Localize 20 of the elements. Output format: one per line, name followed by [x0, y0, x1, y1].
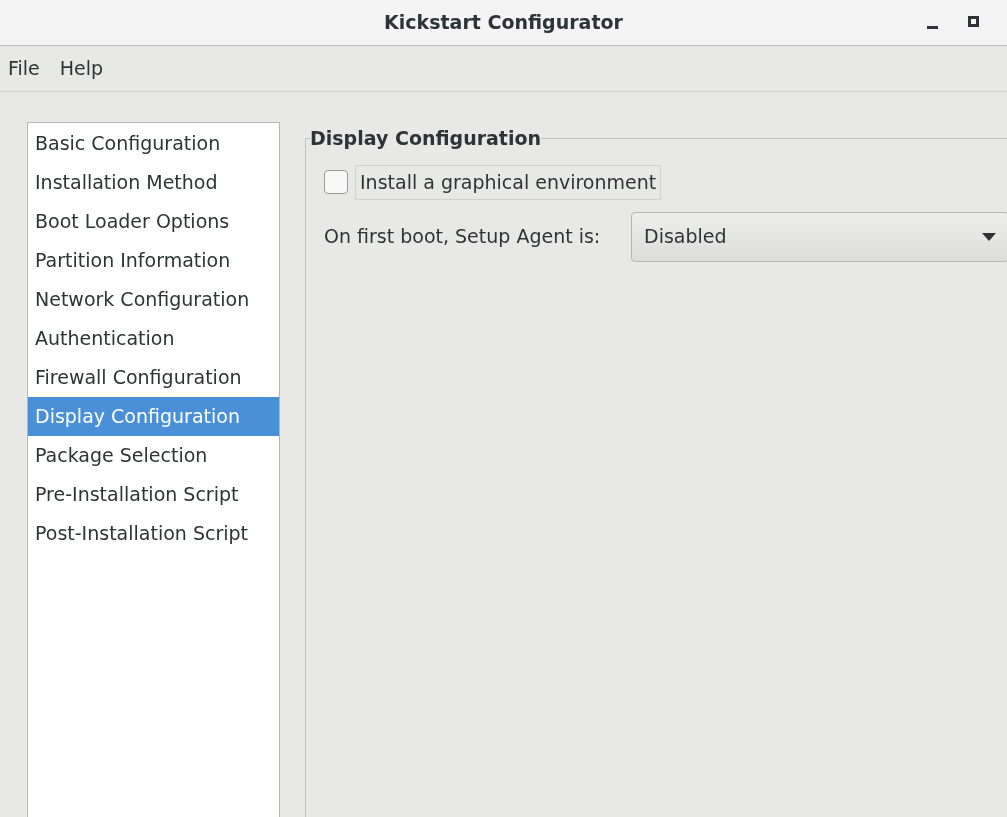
sidebar-item[interactable]: Installation Method: [28, 163, 279, 202]
sidebar-item[interactable]: Network Configuration: [28, 280, 279, 319]
sidebar-item[interactable]: Boot Loader Options: [28, 202, 279, 241]
window-title: Kickstart Configurator: [384, 10, 623, 36]
section-title: Display Configuration: [310, 126, 542, 151]
sidebar-item[interactable]: Partition Information: [28, 241, 279, 280]
sidebar-item[interactable]: Authentication: [28, 319, 279, 358]
sidebar-item[interactable]: Pre-Installation Script: [28, 475, 279, 514]
menu-item[interactable]: Help: [59, 54, 104, 83]
setup-agent-label: On first boot, Setup Agent is:: [324, 224, 602, 250]
checkbox[interactable]: [324, 170, 348, 194]
sidebar-item[interactable]: Package Selection: [28, 436, 279, 475]
sidebar-item[interactable]: Basic Configuration: [28, 124, 279, 163]
dropdown-caret-icon: [982, 232, 996, 241]
maximize-icon[interactable]: [968, 16, 979, 27]
setup-agent-dropdown[interactable]: Disabled: [631, 211, 1007, 262]
sidebar-item[interactable]: Post-Installation Script: [28, 514, 279, 553]
menu-item[interactable]: File: [8, 54, 40, 83]
checkbox-label[interactable]: Install a graphical environment: [355, 164, 662, 200]
sidebar-item[interactable]: Firewall Configuration: [28, 358, 279, 397]
